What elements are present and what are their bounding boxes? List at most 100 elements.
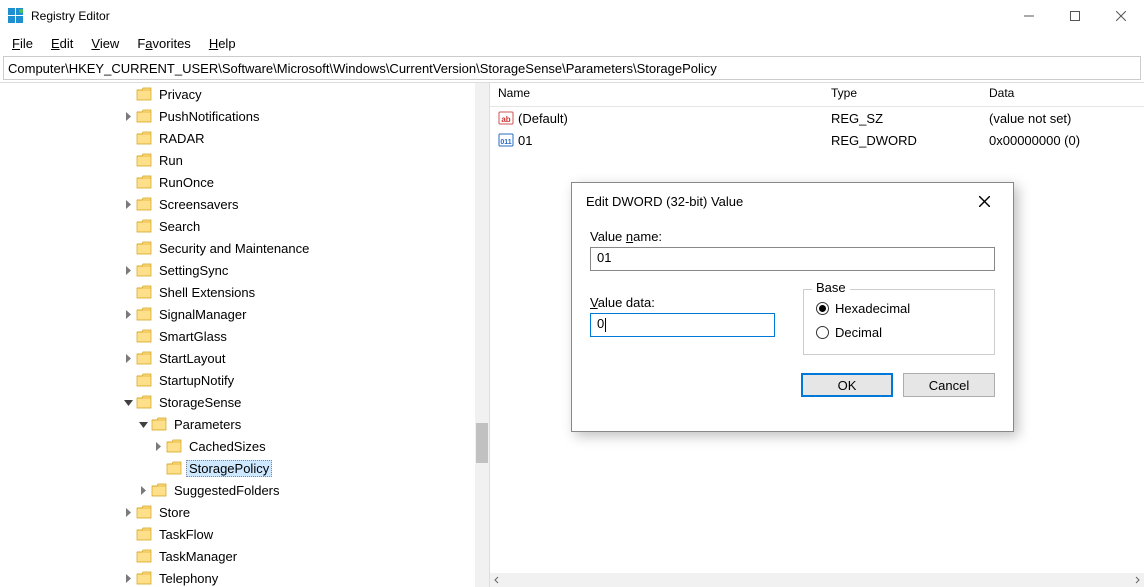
address-bar[interactable]: Computer\HKEY_CURRENT_USER\Software\Micr… xyxy=(3,56,1141,80)
tree-item[interactable]: Shell Extensions xyxy=(0,281,475,303)
menu-favorites[interactable]: Favorites xyxy=(129,34,198,53)
expander-spacer xyxy=(120,152,136,168)
radio-hex-icon xyxy=(816,302,829,315)
expander-spacer xyxy=(120,218,136,234)
chevron-down-icon[interactable] xyxy=(135,416,151,432)
column-name[interactable]: Name xyxy=(490,83,823,106)
list-row[interactable]: 01101REG_DWORD0x00000000 (0) xyxy=(490,129,1144,151)
radio-hexadecimal[interactable]: Hexadecimal xyxy=(816,296,982,320)
folder-icon xyxy=(136,351,152,365)
tree-item[interactable]: TaskFlow xyxy=(0,523,475,545)
tree-item[interactable]: Parameters xyxy=(0,413,475,435)
dialog-body: Value name: 01 Value data: 0 Base Hexade… xyxy=(572,219,1013,367)
tree-item[interactable]: SettingSync xyxy=(0,259,475,281)
tree-item[interactable]: TaskManager xyxy=(0,545,475,567)
tree-item[interactable]: StorageSense xyxy=(0,391,475,413)
dialog-title-bar[interactable]: Edit DWORD (32-bit) Value xyxy=(572,183,1013,219)
list-horizontal-scrollbar[interactable] xyxy=(490,573,1144,587)
tree-item-label: Store xyxy=(156,504,193,521)
tree-item[interactable]: PushNotifications xyxy=(0,105,475,127)
tree-item[interactable]: RADAR xyxy=(0,127,475,149)
tree-item-label: Telephony xyxy=(156,570,221,587)
dialog-title: Edit DWORD (32-bit) Value xyxy=(586,194,743,209)
svg-text:011: 011 xyxy=(500,139,511,146)
tree-item-label: Shell Extensions xyxy=(156,284,258,301)
scroll-left-button[interactable] xyxy=(490,573,504,587)
scroll-right-button[interactable] xyxy=(1130,573,1144,587)
chevron-right-icon[interactable] xyxy=(120,196,136,212)
folder-icon xyxy=(136,395,152,409)
tree-item[interactable]: CachedSizes xyxy=(0,435,475,457)
menu-file[interactable]: File xyxy=(4,34,41,53)
registry-tree[interactable]: PrivacyPushNotificationsRADARRunRunOnceS… xyxy=(0,83,475,587)
dialog-close-button[interactable] xyxy=(969,189,999,213)
menu-help[interactable]: Help xyxy=(201,34,244,53)
scroll-track[interactable] xyxy=(504,573,1130,587)
folder-icon xyxy=(136,285,152,299)
chevron-right-icon[interactable] xyxy=(120,262,136,278)
folder-icon xyxy=(136,527,152,541)
value-data: (value not set) xyxy=(981,111,1144,126)
expander-spacer xyxy=(120,86,136,102)
tree-item[interactable]: Run xyxy=(0,149,475,171)
radio-dec-label: Decimal xyxy=(835,325,882,340)
tree-item-label: SignalManager xyxy=(156,306,249,323)
cancel-button[interactable]: Cancel xyxy=(903,373,995,397)
value-data-input[interactable]: 0 xyxy=(590,313,775,337)
tree-item[interactable]: StartupNotify xyxy=(0,369,475,391)
tree-item[interactable]: StartLayout xyxy=(0,347,475,369)
folder-icon xyxy=(136,109,152,123)
column-type[interactable]: Type xyxy=(823,83,981,106)
expander-spacer xyxy=(120,130,136,146)
window-title: Registry Editor xyxy=(31,9,110,23)
folder-icon xyxy=(136,373,152,387)
tree-item[interactable]: RunOnce xyxy=(0,171,475,193)
chevron-right-icon[interactable] xyxy=(120,570,136,586)
tree-item-label: StoragePolicy xyxy=(186,460,272,477)
chevron-right-icon[interactable] xyxy=(135,482,151,498)
chevron-right-icon[interactable] xyxy=(120,350,136,366)
expander-spacer xyxy=(120,328,136,344)
tree-item[interactable]: Screensavers xyxy=(0,193,475,215)
column-data[interactable]: Data xyxy=(981,83,1144,106)
expander-spacer xyxy=(120,548,136,564)
folder-icon xyxy=(166,439,182,453)
string-value-icon: ab xyxy=(498,110,514,126)
radio-dec-icon xyxy=(816,326,829,339)
tree-item[interactable]: SmartGlass xyxy=(0,325,475,347)
tree-item-label: Security and Maintenance xyxy=(156,240,312,257)
menu-view[interactable]: View xyxy=(83,34,127,53)
tree-scrollbar-thumb[interactable] xyxy=(476,423,488,463)
tree-item[interactable]: Search xyxy=(0,215,475,237)
chevron-right-icon[interactable] xyxy=(120,306,136,322)
tree-item[interactable]: SuggestedFolders xyxy=(0,479,475,501)
maximize-button[interactable] xyxy=(1052,1,1098,31)
folder-icon xyxy=(136,153,152,167)
tree-item[interactable]: Telephony xyxy=(0,567,475,587)
tree-item-label: StartLayout xyxy=(156,350,229,367)
tree-item-label: Run xyxy=(156,152,186,169)
menu-edit[interactable]: Edit xyxy=(43,34,81,53)
tree-item[interactable]: Security and Maintenance xyxy=(0,237,475,259)
tree-item[interactable]: Privacy xyxy=(0,83,475,105)
value-name-input[interactable]: 01 xyxy=(590,247,995,271)
list-row[interactable]: ab (Default) REG_SZ(value not set) xyxy=(490,107,1144,129)
folder-icon xyxy=(151,483,167,497)
tree-item[interactable]: SignalManager xyxy=(0,303,475,325)
title-bar: Registry Editor xyxy=(0,0,1144,32)
tree-item[interactable]: StoragePolicy xyxy=(0,457,475,479)
chevron-down-icon[interactable] xyxy=(120,394,136,410)
radio-decimal[interactable]: Decimal xyxy=(816,320,982,344)
tree-scrollbar[interactable] xyxy=(475,83,489,587)
minimize-button[interactable] xyxy=(1006,1,1052,31)
ok-button[interactable]: OK xyxy=(801,373,893,397)
chevron-right-icon[interactable] xyxy=(120,108,136,124)
close-button[interactable] xyxy=(1098,1,1144,31)
value-type: REG_SZ xyxy=(823,111,981,126)
chevron-right-icon[interactable] xyxy=(120,504,136,520)
folder-icon xyxy=(136,219,152,233)
value-name: (Default) xyxy=(518,111,568,126)
folder-icon xyxy=(136,131,152,145)
chevron-right-icon[interactable] xyxy=(150,438,166,454)
tree-item[interactable]: Store xyxy=(0,501,475,523)
